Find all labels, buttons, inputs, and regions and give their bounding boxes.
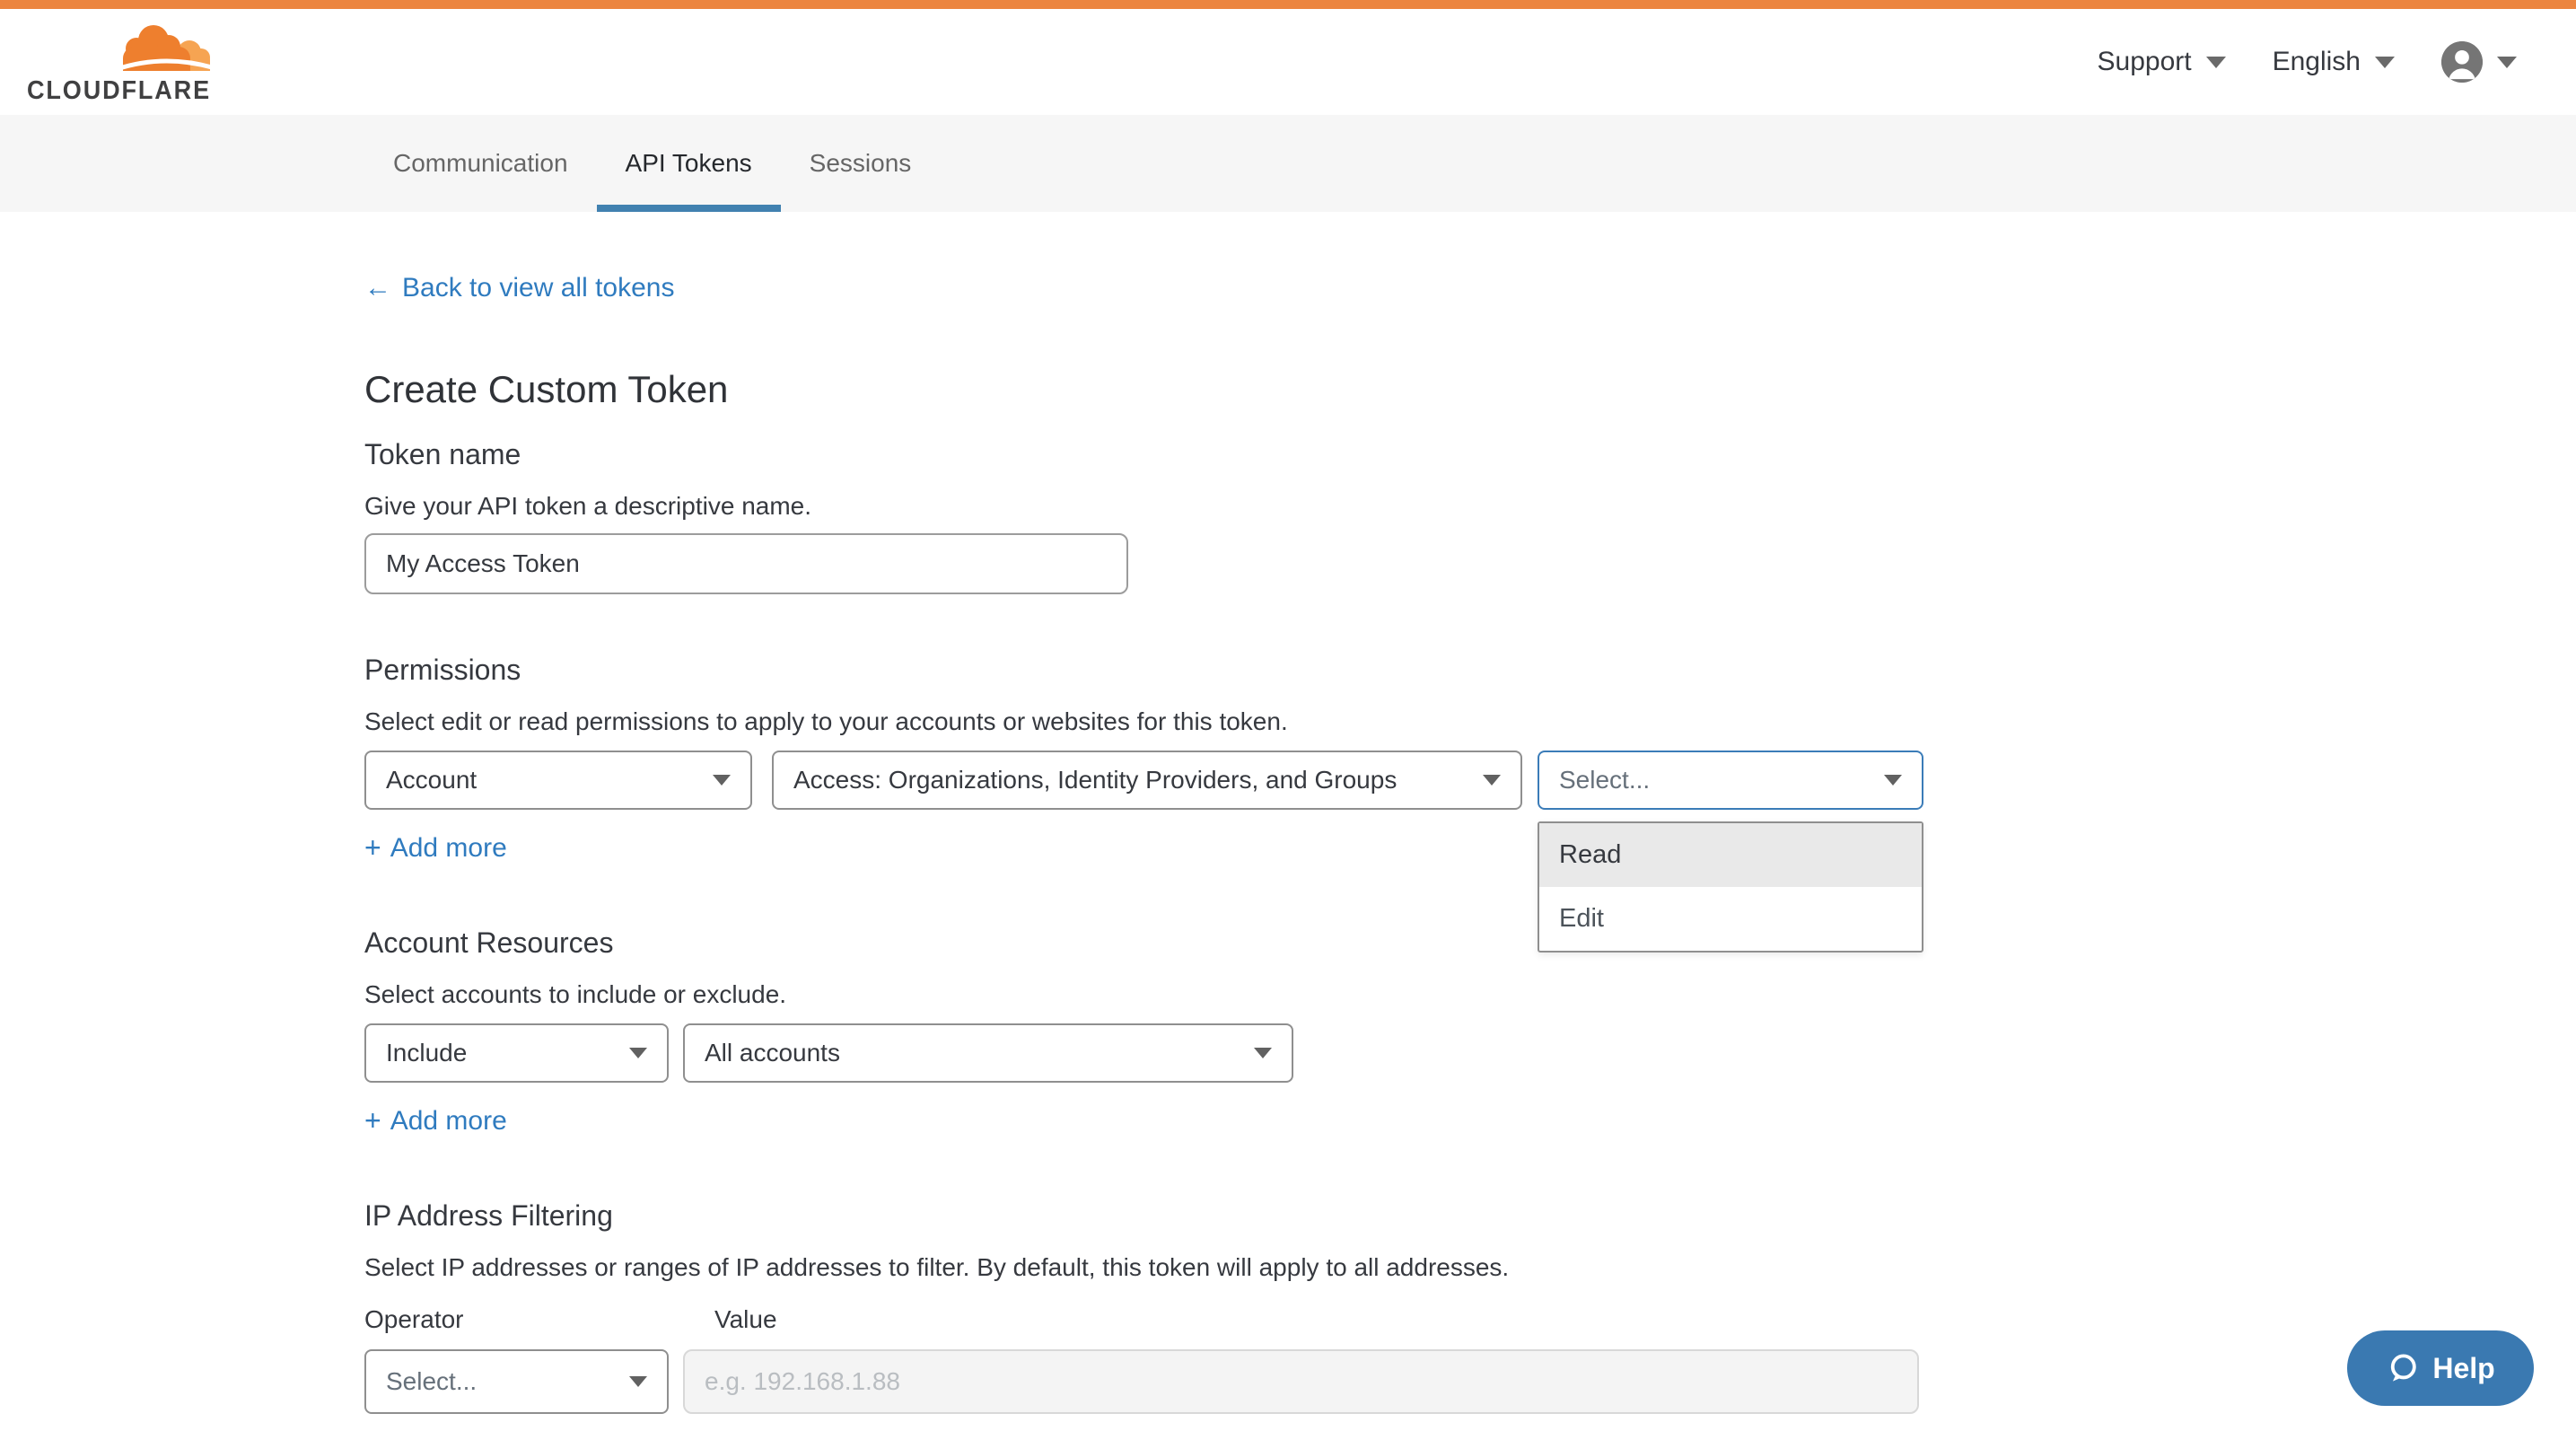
- chevron-down-icon: [2375, 57, 2395, 68]
- value-label: Value: [714, 1305, 777, 1334]
- chevron-down-icon: [1884, 775, 1902, 786]
- language-menu[interactable]: English: [2273, 47, 2395, 77]
- ip-operator-placeholder: Select...: [386, 1367, 477, 1396]
- chevron-down-icon: [1254, 1048, 1272, 1058]
- support-menu[interactable]: Support: [2098, 47, 2226, 77]
- ip-value-input[interactable]: [683, 1349, 1919, 1414]
- permission-scope-value: Account: [386, 766, 477, 795]
- chevron-down-icon: [2206, 57, 2226, 68]
- permission-level-placeholder: Select...: [1559, 766, 1650, 795]
- add-more-label: Add more: [390, 1106, 507, 1137]
- plus-icon: +: [364, 1104, 381, 1137]
- dropdown-option-read[interactable]: Read: [1539, 823, 1922, 887]
- resource-mode-value: Include: [386, 1039, 467, 1067]
- permission-level-dropdown: Read Edit: [1538, 821, 1923, 953]
- permission-level-select[interactable]: Select...: [1538, 751, 1923, 810]
- support-label: Support: [2098, 47, 2192, 77]
- svg-text:CLOUDFLARE: CLOUDFLARE: [27, 76, 211, 105]
- chevron-down-icon: [629, 1376, 647, 1387]
- token-name-heading: Token name: [364, 438, 521, 471]
- permission-scope-select[interactable]: Account: [364, 751, 752, 810]
- tab-api-tokens[interactable]: API Tokens: [597, 115, 781, 212]
- token-name-description: Give your API token a descriptive name.: [364, 492, 811, 521]
- permissions-description: Select edit or read permissions to apply…: [364, 707, 1288, 736]
- resource-mode-select[interactable]: Include: [364, 1023, 669, 1083]
- permissions-heading: Permissions: [364, 654, 521, 687]
- chat-bubble-icon: [2386, 1351, 2420, 1385]
- language-label: English: [2273, 47, 2361, 77]
- account-resources-description: Select accounts to include or exclude.: [364, 980, 786, 1009]
- ip-filtering-heading: IP Address Filtering: [364, 1199, 613, 1233]
- page-title: Create Custom Token: [364, 368, 728, 411]
- token-name-input[interactable]: [364, 533, 1128, 594]
- help-button[interactable]: Help: [2347, 1330, 2534, 1406]
- back-arrow-icon: ←: [364, 273, 391, 303]
- cloudflare-logo[interactable]: CLOUDFLARE: [27, 20, 215, 105]
- plus-icon: +: [364, 831, 381, 865]
- operator-label: Operator: [364, 1305, 464, 1334]
- permission-resource-value: Access: Organizations, Identity Provider…: [793, 766, 1397, 795]
- permission-resource-select[interactable]: Access: Organizations, Identity Provider…: [772, 751, 1522, 810]
- account-menu[interactable]: [2441, 41, 2517, 83]
- resource-accounts-value: All accounts: [705, 1039, 840, 1067]
- tab-communication[interactable]: Communication: [364, 115, 597, 212]
- account-resources-add-more-link[interactable]: + Add more: [364, 1104, 507, 1137]
- user-avatar-icon: [2441, 41, 2483, 83]
- back-link-label: Back to view all tokens: [402, 273, 674, 303]
- chevron-down-icon: [713, 775, 731, 786]
- ip-filtering-description: Select IP addresses or ranges of IP addr…: [364, 1253, 1509, 1282]
- permissions-add-more-link[interactable]: + Add more: [364, 831, 507, 865]
- resource-accounts-select[interactable]: All accounts: [683, 1023, 1293, 1083]
- tab-sessions[interactable]: Sessions: [781, 115, 941, 212]
- chevron-down-icon: [1483, 775, 1501, 786]
- header: CLOUDFLARE Support English: [0, 9, 2576, 115]
- cloudflare-cloud-icon: CLOUDFLARE: [27, 20, 215, 105]
- back-to-tokens-link[interactable]: ← Back to view all tokens: [364, 273, 674, 303]
- dropdown-option-edit[interactable]: Edit: [1539, 887, 1922, 951]
- add-more-label: Add more: [390, 833, 507, 864]
- chevron-down-icon: [2497, 57, 2517, 68]
- ip-operator-select[interactable]: Select...: [364, 1349, 669, 1414]
- chevron-down-icon: [629, 1048, 647, 1058]
- profile-tab-bar: Communication API Tokens Sessions: [0, 115, 2576, 212]
- account-resources-heading: Account Resources: [364, 926, 613, 960]
- help-label: Help: [2432, 1352, 2494, 1385]
- brand-accent-bar: [0, 0, 2576, 9]
